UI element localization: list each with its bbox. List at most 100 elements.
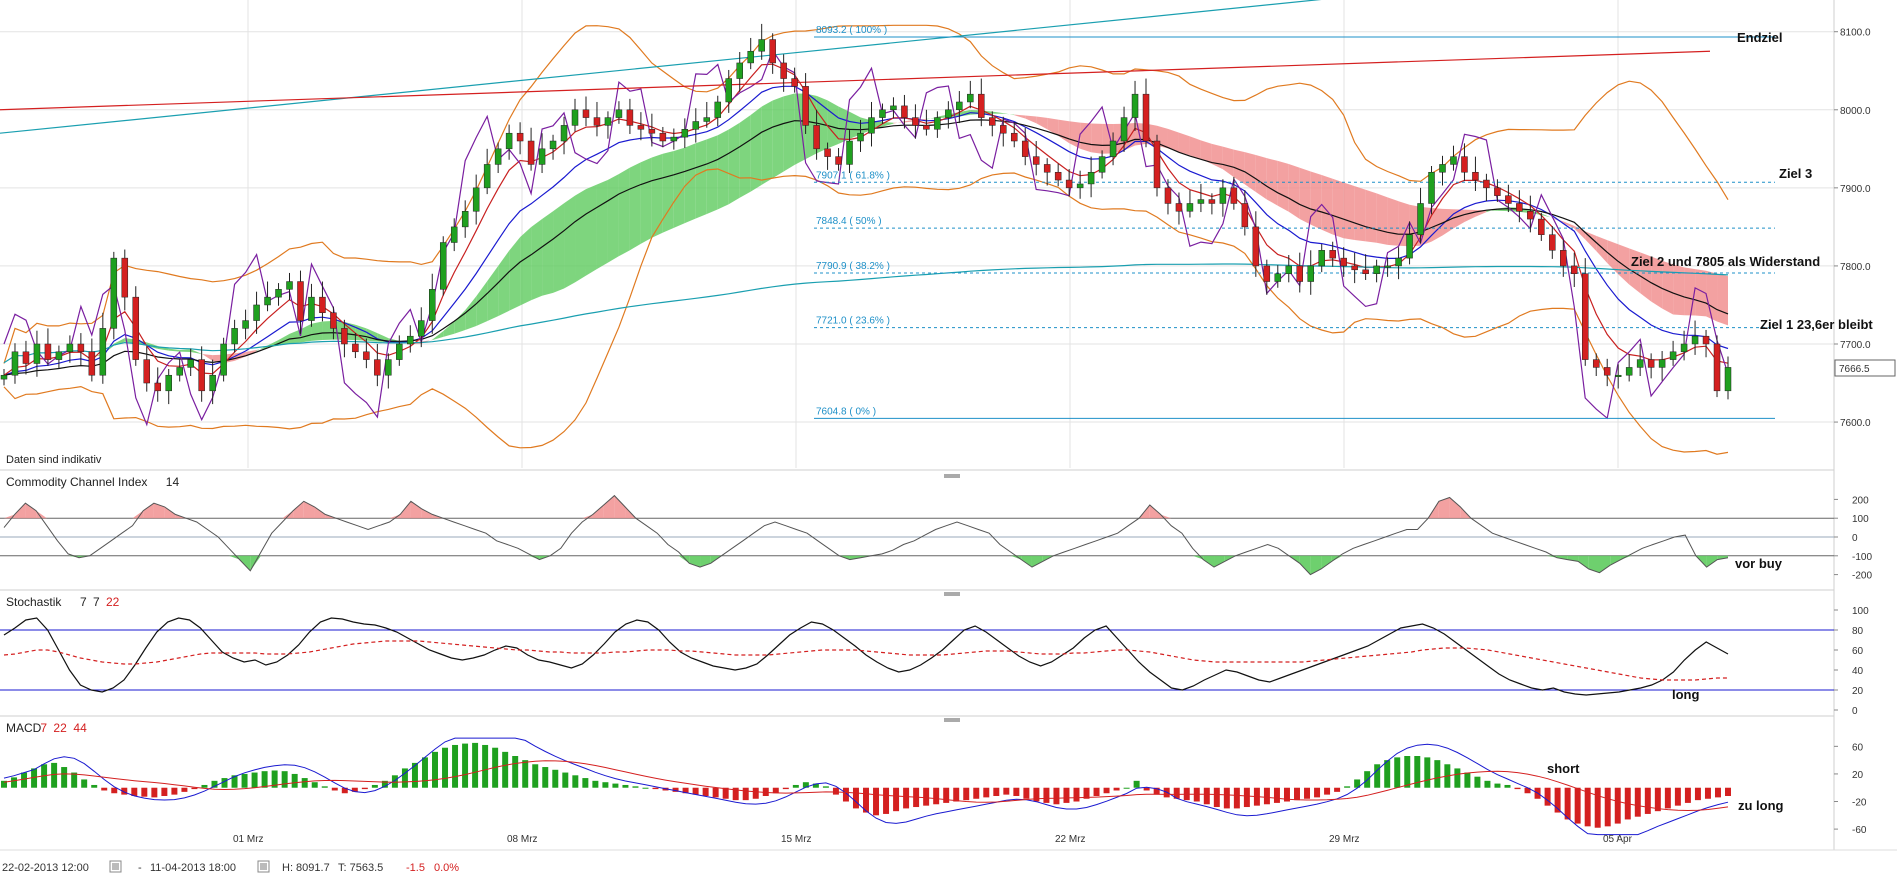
candle-body	[407, 335, 414, 345]
candle-body	[385, 359, 392, 376]
candle-body	[615, 109, 623, 118]
macd-bar	[832, 787, 839, 795]
macd-bar	[1644, 787, 1651, 814]
candle-body	[978, 93, 985, 118]
macd-bar	[923, 787, 930, 806]
panel-annotation: long	[1672, 687, 1699, 702]
cci-overbought-fill	[1449, 497, 1461, 519]
calendar-end-icon[interactable]	[257, 860, 270, 873]
resize-handle-icon[interactable]	[944, 718, 960, 722]
macd-bar	[1574, 787, 1581, 824]
macd-bar	[1213, 787, 1220, 808]
change-percent: 0.0%	[434, 862, 459, 874]
candle-body	[1472, 171, 1479, 181]
macd-bar	[652, 787, 659, 790]
macd-bar	[1464, 772, 1471, 788]
macd-bar	[1023, 787, 1030, 799]
candle-body	[725, 78, 732, 103]
macd-bar	[782, 787, 789, 790]
macd-bar	[742, 787, 749, 801]
candle-body	[846, 140, 853, 165]
cci-panel: Commodity Channel Index 14 200 100 0 -100 -200…	[0, 475, 1872, 582]
candle-body	[110, 257, 118, 329]
macd-bar	[51, 762, 58, 788]
candle-body	[44, 343, 52, 360]
macd-bar	[1604, 787, 1611, 827]
candle-body	[1384, 265, 1391, 268]
candle-body	[1439, 164, 1446, 173]
candle-body	[505, 132, 513, 150]
macd-bar	[482, 744, 489, 788]
candle-body	[1296, 265, 1303, 282]
macd-bar	[873, 787, 880, 816]
candle-body	[99, 328, 107, 376]
candle-body	[341, 328, 348, 345]
tick-label: 7900.0	[1840, 184, 1871, 195]
macd-bar	[111, 787, 118, 794]
macd-bar	[1725, 787, 1731, 796]
calendar-start-icon[interactable]	[109, 860, 122, 873]
cloud-segment	[761, 100, 773, 185]
macd-bar	[81, 779, 88, 788]
candle-body	[967, 93, 974, 103]
macd-bar	[1304, 787, 1311, 799]
candle-body	[1230, 187, 1238, 204]
candle-body	[1087, 171, 1095, 185]
macd-bar	[943, 787, 950, 803]
macd-bar	[612, 783, 619, 788]
cci-overbought-fill	[36, 510, 47, 519]
resize-handle-icon[interactable]	[944, 474, 960, 478]
macd-bar	[361, 787, 368, 790]
candle-body	[121, 257, 129, 298]
candle-body	[1021, 140, 1029, 157]
candle-body	[461, 211, 469, 228]
cloud-segment	[684, 143, 696, 224]
panel-divider-1[interactable]	[0, 469, 1834, 478]
tick-label: 200	[1852, 495, 1869, 506]
macd-bar	[1073, 787, 1080, 802]
macd-panel: MACD 7 22 44 60 20 -20 -60 short zu long	[1, 721, 1867, 836]
macd-bar	[1674, 787, 1681, 806]
candle-body	[1274, 273, 1282, 282]
candle-body	[165, 374, 172, 392]
cloud-segment	[1288, 164, 1300, 220]
fib-label: 8093.2 ( 100% )	[816, 25, 887, 36]
macd-bar	[71, 772, 78, 788]
macd-bar	[1344, 786, 1351, 788]
macd-bar	[792, 784, 799, 788]
candle-body	[516, 132, 524, 142]
candle-body	[824, 148, 831, 157]
cloud-segment	[564, 195, 576, 289]
candle-body	[1658, 359, 1666, 368]
panel-divider-3[interactable]	[0, 715, 1834, 722]
macd-bar	[542, 767, 549, 788]
candle-body	[659, 132, 667, 142]
candle-body	[1428, 171, 1435, 204]
candle-body	[1340, 257, 1347, 267]
panel-title: Stochastik	[6, 595, 62, 609]
macd-bar	[532, 764, 539, 788]
candle-body	[429, 289, 436, 321]
cci-line	[3, 494, 1729, 576]
tick-label: 0	[1852, 533, 1858, 544]
candle-body	[747, 50, 754, 64]
cloud-segment	[706, 135, 718, 215]
macd-bar	[181, 787, 188, 792]
candle-body	[363, 351, 370, 360]
target-annotation: Endziel	[1737, 30, 1783, 45]
fib-label: 7907.1 ( 61.8% )	[816, 170, 890, 181]
candle-body	[0, 374, 8, 380]
macd-bar	[562, 772, 569, 788]
panel-param: 7	[93, 595, 100, 609]
macd-bar	[1003, 787, 1010, 795]
candle-body	[1571, 265, 1578, 274]
time-tick-label: 01 Mrz	[233, 834, 264, 845]
macd-bar	[752, 787, 759, 799]
last-price-badge: 7666.5	[1834, 359, 1896, 377]
macd-bar	[983, 787, 990, 798]
candle-body	[11, 351, 19, 376]
high-value: H: 8091.7	[282, 862, 330, 874]
resize-handle-icon[interactable]	[944, 592, 960, 596]
cci-overbought-fill	[410, 501, 422, 519]
panel-divider-2[interactable]	[0, 589, 1834, 596]
